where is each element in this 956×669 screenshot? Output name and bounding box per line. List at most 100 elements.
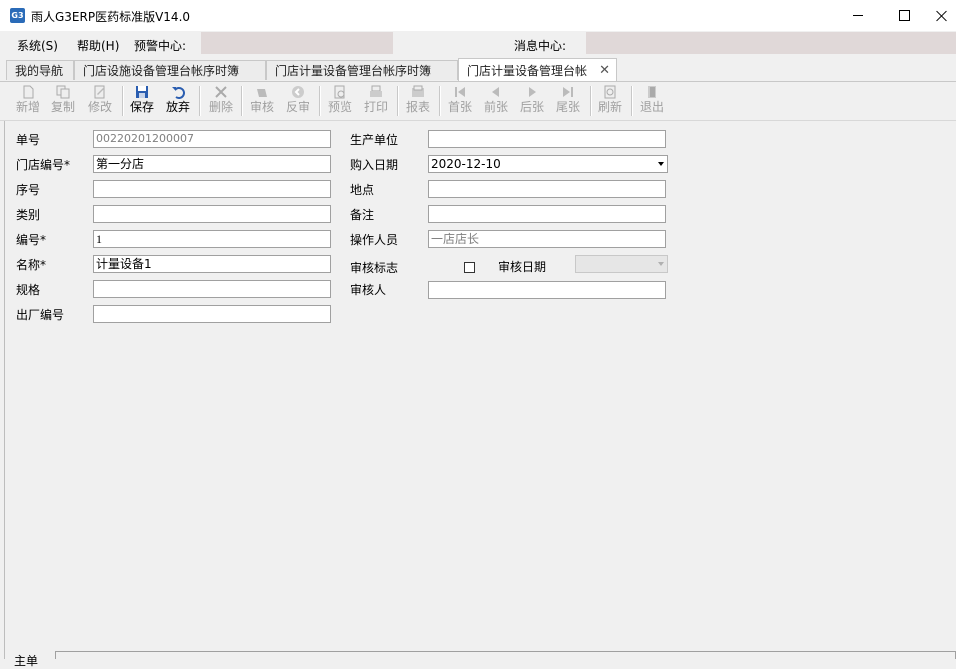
name-field[interactable]: 计量设备1 [93, 255, 331, 273]
remark-field[interactable] [428, 205, 666, 223]
alert-center-panel[interactable] [201, 32, 393, 54]
ledger-form [4, 121, 956, 659]
remark-label: 备注 [350, 208, 375, 222]
edit-button[interactable]: 修改 [83, 83, 117, 119]
close-icon [936, 10, 948, 22]
doc-no-field[interactable]: 00220201200007 [93, 130, 331, 148]
spec-field[interactable] [93, 280, 331, 298]
chevron-down-icon[interactable] [658, 162, 664, 166]
first-record-button[interactable]: 首张 [443, 83, 477, 119]
audit-flag-label: 审核标志 [350, 261, 399, 275]
purchase-date-picker[interactable]: 2020-12-10 [428, 155, 668, 173]
report-button-label: 报表 [405, 100, 430, 114]
tab-metering-ledger-list[interactable]: 门店计量设备管理台帐序时簿 [266, 60, 458, 80]
first-record-icon [455, 87, 465, 97]
tab-close-icon[interactable]: ✕ [599, 59, 610, 83]
tab-metering-ledger[interactable]: 门店计量设备管理台帐 ✕ [458, 58, 617, 81]
audit-button[interactable]: 审核 [245, 83, 279, 119]
tab-label: 门店设施设备管理台帐序时簿 [83, 64, 240, 78]
audit-date-picker[interactable] [575, 255, 668, 273]
operator-label: 操作人员 [350, 233, 399, 247]
factory-no-label: 出厂编号 [16, 308, 65, 322]
category-field[interactable] [93, 205, 331, 223]
exit-button[interactable]: 退出 [635, 83, 669, 119]
maximize-button[interactable] [881, 0, 927, 31]
store-code-label: 门店编号* [16, 158, 71, 172]
report-icon [412, 85, 424, 97]
last-record-label: 尾张 [555, 100, 580, 114]
code-label: 编号* [16, 233, 47, 247]
discard-button[interactable]: 放弃 [161, 83, 195, 119]
audit-flag-checkbox[interactable] [464, 262, 475, 273]
prev-record-label: 前张 [483, 100, 508, 114]
toolbar-separator [397, 86, 399, 116]
close-window-button[interactable] [927, 0, 956, 31]
discard-button-label: 放弃 [165, 100, 190, 114]
doc-no-label: 单号 [16, 133, 41, 147]
delete-icon [215, 86, 227, 98]
chevron-down-icon[interactable] [658, 262, 664, 266]
maximize-icon [898, 10, 910, 21]
audit-date-label: 审核日期 [498, 260, 547, 274]
refresh-button-label: 刷新 [597, 100, 622, 114]
seq-no-field[interactable] [93, 180, 331, 198]
preview-button[interactable]: 预览 [323, 83, 357, 119]
manufacturer-label: 生产单位 [350, 133, 399, 147]
minimize-icon [853, 15, 863, 16]
edit-button-label: 修改 [87, 100, 112, 114]
title-bar: G3 雨人G3ERP医药标准版V14.0 [0, 0, 956, 31]
copy-icon [56, 85, 70, 99]
refresh-icon [604, 85, 616, 99]
minimize-button[interactable] [835, 0, 881, 31]
window-title: 雨人G3ERP医药标准版V14.0 [31, 10, 191, 24]
new-document-icon [23, 85, 34, 99]
next-record-label: 后张 [519, 100, 544, 114]
tab-label: 门店计量设备管理台帐 [467, 64, 588, 78]
last-record-button[interactable]: 尾张 [551, 83, 585, 119]
copy-button[interactable]: 复制 [46, 83, 80, 119]
factory-no-field[interactable] [93, 305, 331, 323]
new-button-label: 新增 [15, 100, 40, 114]
copy-button-label: 复制 [50, 100, 75, 114]
toolbar-separator [241, 86, 243, 116]
print-button[interactable]: 打印 [359, 83, 393, 119]
menu-help[interactable]: 帮助(H) [77, 37, 119, 54]
next-record-icon [529, 87, 536, 97]
unaudit-button[interactable]: 反审 [281, 83, 315, 119]
prev-record-icon [492, 87, 499, 97]
tab-my-navigation[interactable]: 我的导航 [6, 60, 74, 80]
delete-button[interactable]: 删除 [204, 83, 238, 119]
toolbar-separator [199, 86, 201, 116]
menu-system[interactable]: 系统(S) [17, 37, 58, 54]
main-doc-label: 主单 [14, 654, 39, 668]
refresh-button[interactable]: 刷新 [593, 83, 627, 119]
store-code-field[interactable]: 第一分店 [93, 155, 331, 173]
code-field[interactable]: 1 [93, 230, 331, 248]
auditor-label: 审核人 [350, 283, 387, 297]
toolbar-separator [319, 86, 321, 116]
next-record-button[interactable]: 后张 [515, 83, 549, 119]
preview-button-label: 预览 [327, 100, 352, 114]
exit-button-label: 退出 [639, 100, 664, 114]
audit-icon [257, 89, 267, 97]
save-button[interactable]: 保存 [125, 83, 159, 119]
location-field[interactable] [428, 180, 666, 198]
app-logo-icon: G3 [10, 8, 25, 23]
undo-icon [172, 87, 185, 99]
manufacturer-field[interactable] [428, 130, 666, 148]
report-button[interactable]: 报表 [401, 83, 435, 119]
detail-grid-area[interactable] [55, 651, 956, 659]
unaudit-button-label: 反审 [285, 100, 310, 114]
tab-bar: 我的导航 门店设施设备管理台帐序时簿 门店计量设备管理台帐序时簿 门店计量设备管… [0, 56, 956, 82]
prev-record-button[interactable]: 前张 [479, 83, 513, 119]
name-label: 名称* [16, 258, 47, 272]
exit-door-icon [648, 86, 656, 98]
tab-facility-ledger-list[interactable]: 门店设施设备管理台帐序时簿 [74, 60, 266, 80]
tab-label: 我的导航 [15, 64, 64, 78]
operator-field[interactable]: 一店店长 [428, 230, 666, 248]
last-record-icon [563, 87, 573, 97]
auditor-field[interactable] [428, 281, 666, 299]
message-center-panel[interactable] [586, 32, 956, 54]
toolbar-separator [631, 86, 633, 116]
new-button[interactable]: 新增 [11, 83, 45, 119]
